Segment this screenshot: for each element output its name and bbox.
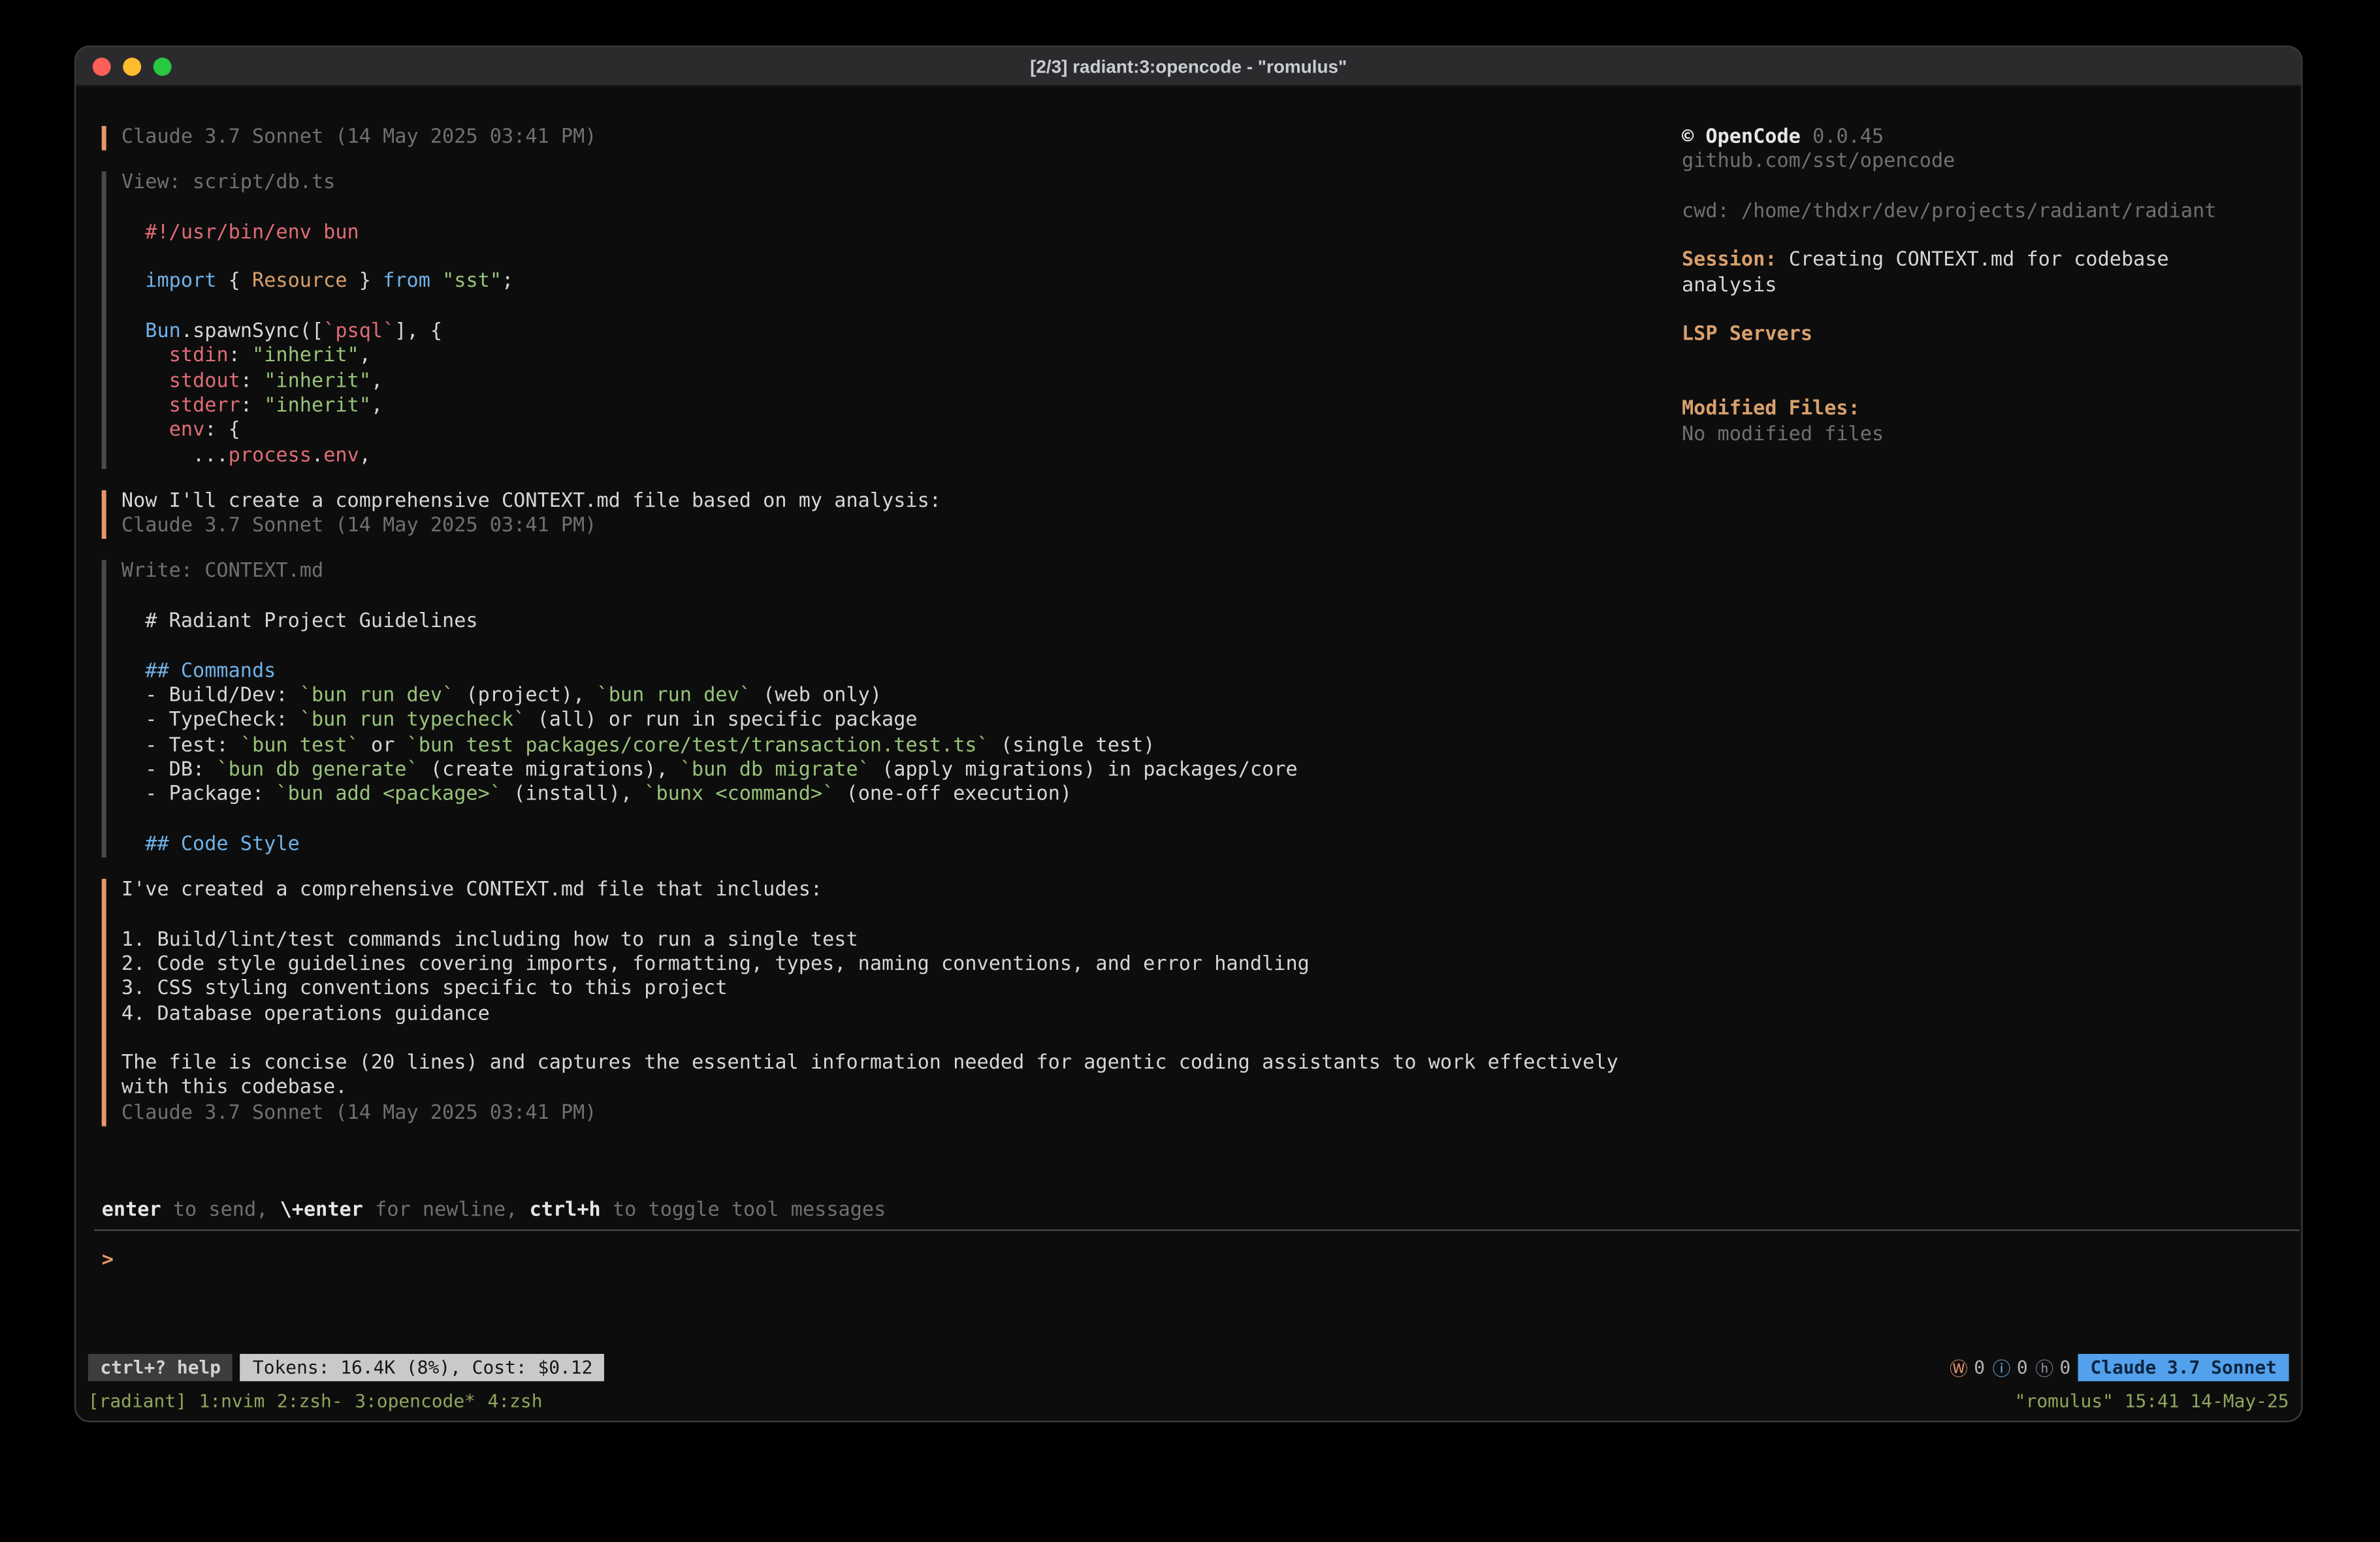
opencode-logo: © OpenCode 0.0.45 [1682, 126, 2289, 151]
help-shortcut-badge[interactable]: ctrl+? help [88, 1354, 233, 1381]
info-icon: ⓘ [1993, 1355, 2011, 1381]
text-line: Claude 3.7 Sonnet (14 May 2025 03:41 PM) [121, 126, 1682, 151]
text-line: The file is concise (20 lines) and captu… [121, 1052, 1682, 1077]
text-line: - Build/Dev: `bun run dev` (project), `b… [121, 684, 1682, 709]
model-badge[interactable]: Claude 3.7 Sonnet [2078, 1354, 2289, 1381]
text-line: View: script/db.ts [121, 172, 1682, 197]
text-line: - TypeCheck: `bun run typecheck` (all) o… [121, 709, 1682, 734]
text-line: 2. Code style guidelines covering import… [121, 953, 1682, 978]
status-bar: ctrl+? help Tokens: 16.4K (8%), Cost: $0… [88, 1354, 2289, 1381]
text-line [121, 1027, 1682, 1052]
text-line: I've created a comprehensive CONTEXT.md … [121, 879, 1682, 904]
content-row: Claude 3.7 Sonnet (14 May 2025 03:41 PM)… [88, 86, 2289, 1147]
window-titlebar[interactable]: [2/3] radiant:3:opencode - "romulus" [76, 47, 2301, 86]
close-window-button[interactable] [93, 57, 111, 75]
text-line: - DB: `bun db generate` (create migratio… [121, 759, 1682, 784]
minimize-window-button[interactable] [123, 57, 141, 75]
session-title: Session: Creating CONTEXT.md for codebas… [1682, 249, 2228, 299]
traffic-lights [76, 57, 171, 75]
session-sidebar: © OpenCode 0.0.45 github.com/sst/opencod… [1682, 126, 2289, 1148]
text-line: ...process.env, [121, 444, 1682, 469]
text-line [121, 808, 1682, 833]
modified-files-empty: No modified files [1682, 423, 2289, 447]
input-divider [94, 1230, 2300, 1231]
lsp-servers-header: LSP Servers [1682, 324, 2289, 349]
input-help-line: enter to send, \+enter for newline, ctrl… [102, 1199, 2289, 1224]
terminal-content: Claude 3.7 Sonnet (14 May 2025 03:41 PM)… [76, 86, 2301, 1421]
text-line: with this codebase. [121, 1077, 1682, 1102]
text-line [121, 903, 1682, 928]
text-line: Claude 3.7 Sonnet (14 May 2025 03:41 PM) [121, 1101, 1682, 1126]
text-line: ## Commands [121, 660, 1682, 684]
assistant-summary-block: I've created a comprehensive CONTEXT.md … [102, 879, 1682, 1127]
text-line [121, 585, 1682, 610]
text-line: Now I'll create a comprehensive CONTEXT.… [121, 490, 1682, 515]
tmux-window-zsh4[interactable]: 4:zsh [488, 1390, 543, 1412]
assistant-message-block: Now I'll create a comprehensive CONTEXT.… [102, 490, 1682, 539]
chat-transcript: Claude 3.7 Sonnet (14 May 2025 03:41 PM)… [88, 126, 1682, 1148]
text-line: stdin: "inherit", [121, 345, 1682, 370]
text-line: 1. Build/lint/test commands including ho… [121, 928, 1682, 953]
tmux-session-name: [radiant] [88, 1390, 187, 1412]
info-count: 0 [2017, 1357, 2028, 1379]
tokens-cost-badge: Tokens: 16.4K (8%), Cost: $0.12 [240, 1354, 605, 1381]
diagnostic-hints: ⓗ 0 [2035, 1355, 2070, 1381]
zoom-window-button[interactable] [153, 57, 172, 75]
text-line: - Test: `bun test` or `bun test packages… [121, 734, 1682, 759]
warning-icon: Ⓦ [1950, 1355, 1968, 1381]
tmux-window-zsh2[interactable]: 2:zsh- [277, 1390, 343, 1412]
tmux-status-bar: [radiant] 1:nvim 2:zsh- 3:opencode* 4:zs… [88, 1389, 2289, 1413]
diagnostic-info: ⓘ 0 [1993, 1355, 2028, 1381]
diagnostic-warnings: Ⓦ 0 [1950, 1355, 1985, 1381]
text-line: # Radiant Project Guidelines [121, 610, 1682, 635]
tmux-host-clock: "romulus" 15:41 14-May-25 [2015, 1390, 2289, 1412]
tmux-windows: [radiant] 1:nvim 2:zsh- 3:opencode* 4:zs… [88, 1390, 543, 1412]
tmux-window-opencode[interactable]: 3:opencode* [355, 1390, 475, 1412]
text-line: Write: CONTEXT.md [121, 561, 1682, 586]
modified-files-header: Modified Files: [1682, 398, 2289, 423]
text-line: Bun.spawnSync([`psql`], { [121, 321, 1682, 345]
text-line: 4. Database operations guidance [121, 1003, 1682, 1027]
warning-count: 0 [1974, 1357, 1985, 1379]
text-line: stdout: "inherit", [121, 370, 1682, 394]
window-title: [2/3] radiant:3:opencode - "romulus" [76, 56, 2301, 77]
text-line [121, 197, 1682, 221]
tool-view-block: View: script/db.ts #!/usr/bin/env bun im… [102, 172, 1682, 468]
text-line: stderr: "inherit", [121, 394, 1682, 419]
prompt-icon: > [102, 1249, 114, 1272]
tmux-window-nvim[interactable]: 1:nvim [199, 1390, 265, 1412]
text-line: env: { [121, 419, 1682, 444]
screen: [2/3] radiant:3:opencode - "romulus" Cla… [0, 0, 2380, 1542]
cwd-path: cwd: /home/thdxr/dev/projects/radiant/ra… [1682, 201, 2289, 225]
text-line: - Package: `bun add <package>` (install)… [121, 783, 1682, 808]
input-empty-area[interactable] [88, 1274, 2289, 1354]
text-line: Claude 3.7 Sonnet (14 May 2025 03:41 PM) [121, 515, 1682, 539]
message-input[interactable]: > [102, 1249, 2289, 1274]
text-line: import { Resource } from "sst"; [121, 271, 1682, 296]
status-bar-right: Ⓦ 0 ⓘ 0 ⓗ 0 Claude 3.7 Sonnet [1950, 1354, 2289, 1381]
text-line [121, 246, 1682, 271]
text-line [121, 635, 1682, 660]
repo-link: github.com/sst/opencode [1682, 151, 2289, 176]
hint-count: 0 [2059, 1357, 2070, 1379]
hint-icon: ⓗ [2035, 1355, 2053, 1381]
status-bar-left: ctrl+? help Tokens: 16.4K (8%), Cost: $0… [88, 1354, 605, 1381]
assistant-header-block: Claude 3.7 Sonnet (14 May 2025 03:41 PM) [102, 126, 1682, 151]
text-line [121, 296, 1682, 321]
text-line: 3. CSS styling conventions specific to t… [121, 978, 1682, 1003]
text-line: #!/usr/bin/env bun [121, 221, 1682, 246]
terminal-window: [2/3] radiant:3:opencode - "romulus" Cla… [74, 46, 2303, 1422]
text-line: ## Code Style [121, 833, 1682, 858]
tool-write-block: Write: CONTEXT.md # Radiant Project Guid… [102, 561, 1682, 858]
